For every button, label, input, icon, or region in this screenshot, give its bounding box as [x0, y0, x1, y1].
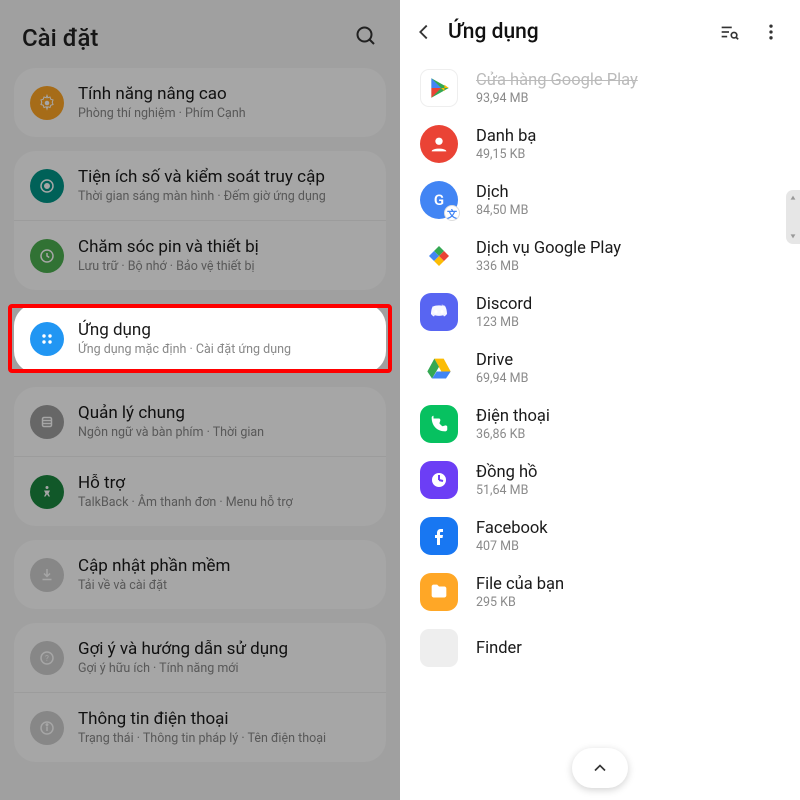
app-size: 51,64 MB — [476, 483, 780, 498]
settings-group: Quản lý chung Ngôn ngữ và bàn phím · Thờ… — [14, 387, 386, 526]
settings-row-general[interactable]: Quản lý chung Ngôn ngữ và bàn phím · Thờ… — [14, 387, 386, 456]
app-size: 336 MB — [476, 259, 780, 274]
device-care-icon — [30, 239, 64, 273]
settings-group: Tiện ích số và kiểm soát truy cập Thời g… — [14, 151, 386, 290]
app-size: 123 MB — [476, 315, 780, 330]
row-title: Gợi ý và hướng dẫn sử dụng — [78, 639, 370, 659]
app-name: File của bạn — [476, 575, 780, 594]
settings-row-apps[interactable]: Ứng dụng Ứng dụng mặc định · Cài đặt ứng… — [14, 304, 386, 373]
row-title: Thông tin điện thoại — [78, 709, 370, 729]
scroll-top-button[interactable] — [572, 748, 628, 788]
app-size: 93,94 MB — [476, 91, 780, 106]
app-name: Điện thoại — [476, 407, 780, 426]
accessibility-icon — [30, 475, 64, 509]
settings-group: Tính năng nâng cao Phòng thí nghiệm · Ph… — [14, 68, 386, 137]
row-title: Chăm sóc pin và thiết bị — [78, 237, 370, 257]
row-subtitle: Thời gian sáng màn hình · Đếm giờ ứng dụ… — [78, 189, 370, 204]
row-title: Ứng dụng — [78, 320, 370, 340]
app-name: Discord — [476, 295, 780, 314]
gear-icon — [30, 86, 64, 120]
filter-search-icon[interactable] — [716, 19, 742, 45]
app-row-discord[interactable]: Discord123 MB — [400, 284, 800, 340]
settings-row-tips[interactable]: ? Gợi ý và hướng dẫn sử dụng Gợi ý hữu í… — [14, 623, 386, 692]
app-row-facebook[interactable]: Facebook407 MB — [400, 508, 800, 564]
row-title: Tiện ích số và kiểm soát truy cập — [78, 167, 370, 187]
settings-row-advanced[interactable]: Tính năng nâng cao Phòng thí nghiệm · Ph… — [14, 68, 386, 137]
settings-group: ? Gợi ý và hướng dẫn sử dụng Gợi ý hữu í… — [14, 623, 386, 762]
app-name: Facebook — [476, 519, 780, 538]
row-subtitle: Ứng dụng mặc định · Cài đặt ứng dụng — [78, 342, 370, 357]
row-subtitle: Gợi ý hữu ích · Tính năng mới — [78, 661, 370, 676]
row-title: Quản lý chung — [78, 403, 370, 423]
row-subtitle: Phòng thí nghiệm · Phím Cạnh — [78, 106, 370, 121]
row-title: Hỗ trợ — [78, 473, 370, 493]
row-subtitle: Ngôn ngữ và bàn phím · Thời gian — [78, 425, 370, 440]
app-name: Dịch — [476, 183, 780, 202]
more-icon[interactable] — [758, 19, 784, 45]
app-list: Cửa hàng Google Play93,94 MBDanh bạ49,15… — [400, 58, 800, 678]
settings-row-devicecare[interactable]: Chăm sóc pin và thiết bị Lưu trữ · Bộ nh… — [14, 220, 386, 290]
app-size: 84,50 MB — [476, 203, 780, 218]
row-subtitle: Trạng thái · Thông tin pháp lý · Tên điệ… — [78, 731, 370, 746]
app-size: 295 KB — [476, 595, 780, 610]
row-subtitle: Tải về và cài đặt — [78, 578, 370, 593]
apps-page-title: Ứng dụng — [448, 20, 700, 44]
row-title: Tính năng nâng cao — [78, 84, 370, 104]
app-row-finder[interactable]: Finder — [400, 620, 800, 676]
app-name: Cửa hàng Google Play — [476, 71, 780, 90]
wellbeing-icon — [30, 169, 64, 203]
app-name: Drive — [476, 351, 780, 370]
row-subtitle: Lưu trữ · Bộ nhớ · Bảo vệ thiết bị — [78, 259, 370, 274]
settings-row-update[interactable]: Cập nhật phần mềm Tải về và cài đặt — [14, 540, 386, 609]
general-icon — [30, 405, 64, 439]
app-row-drive[interactable]: Drive69,94 MB — [400, 340, 800, 396]
app-row-play[interactable]: Cửa hàng Google Play93,94 MB — [400, 60, 800, 116]
app-size: 407 MB — [476, 539, 780, 554]
settings-row-wellbeing[interactable]: Tiện ích số và kiểm soát truy cập Thời g… — [14, 151, 386, 220]
app-row-pservices[interactable]: Dịch vụ Google Play336 MB — [400, 228, 800, 284]
app-size: 49,15 KB — [476, 147, 780, 162]
settings-group-highlighted: Ứng dụng Ứng dụng mặc định · Cài đặt ứng… — [14, 304, 386, 373]
update-icon — [30, 558, 64, 592]
search-icon[interactable] — [354, 24, 378, 52]
app-row-contacts[interactable]: Danh bạ49,15 KB — [400, 116, 800, 172]
row-subtitle: TalkBack · Âm thanh đơn · Menu hỗ trợ — [78, 495, 370, 510]
svg-text:?: ? — [45, 654, 49, 664]
row-title: Cập nhật phần mềm — [78, 556, 370, 576]
app-name: Đồng hồ — [476, 463, 780, 482]
apps-icon — [30, 322, 64, 356]
app-row-translate[interactable]: G文Dịch84,50 MB — [400, 172, 800, 228]
app-name: Finder — [476, 639, 780, 658]
app-row-files[interactable]: File của bạn295 KB — [400, 564, 800, 620]
settings-group: Cập nhật phần mềm Tải về và cài đặt — [14, 540, 386, 609]
app-size: 69,94 MB — [476, 371, 780, 386]
app-row-clock[interactable]: Đồng hồ51,64 MB — [400, 452, 800, 508]
settings-title: Cài đặt — [22, 24, 98, 52]
back-icon[interactable] — [410, 18, 438, 46]
info-icon — [30, 711, 64, 745]
settings-row-accessibility[interactable]: Hỗ trợ TalkBack · Âm thanh đơn · Menu hỗ… — [14, 456, 386, 526]
app-size: 36,86 KB — [476, 427, 780, 442]
tips-icon: ? — [30, 641, 64, 675]
settings-row-about[interactable]: Thông tin điện thoại Trạng thái · Thông … — [14, 692, 386, 762]
scroll-handle[interactable] — [786, 190, 800, 244]
app-row-phone[interactable]: Điện thoại36,86 KB — [400, 396, 800, 452]
app-name: Danh bạ — [476, 127, 780, 146]
app-name: Dịch vụ Google Play — [476, 239, 780, 258]
